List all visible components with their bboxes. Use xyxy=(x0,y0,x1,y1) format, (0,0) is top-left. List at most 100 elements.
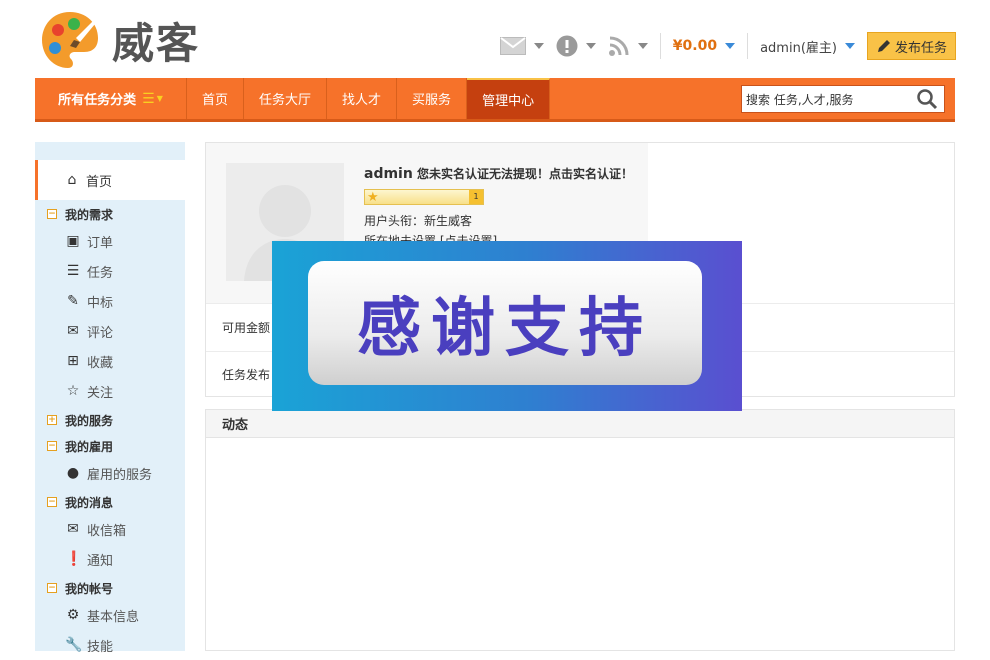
notices-dropdown[interactable] xyxy=(556,35,596,57)
profile-name: admin xyxy=(364,166,413,182)
available-balance-label: 可用金额 xyxy=(222,321,271,335)
collapse-icon: − xyxy=(47,582,57,593)
divider xyxy=(659,33,661,59)
thanks-banner-plate: 感谢支持 xyxy=(308,261,702,385)
rss-icon xyxy=(608,36,629,56)
mail-icon: ✉ xyxy=(67,521,79,537)
sidebar-group-label: 我的帐号 xyxy=(65,581,114,596)
sidebar-item-label: 首页 xyxy=(86,174,113,190)
sidebar-item-label: 通知 xyxy=(87,553,114,569)
list-icon: ☰ xyxy=(66,263,80,279)
search-box xyxy=(741,85,945,113)
publish-task-button[interactable]: 发布任务 xyxy=(866,32,956,60)
sidebar-group-label: 我的雇用 xyxy=(65,439,114,454)
sidebar-group-my-account[interactable]: − 我的帐号 xyxy=(35,576,185,600)
pencil-icon xyxy=(877,40,890,52)
sidebar-item-notifications[interactable]: ❗ 通知 xyxy=(35,544,185,574)
activity-feed-title: 动态 xyxy=(222,418,249,433)
sidebar-item-skills[interactable]: 🔧 技能 xyxy=(35,630,185,660)
sidebar-group-label: 我的消息 xyxy=(65,495,114,510)
nav-home[interactable]: 首页 xyxy=(187,78,245,119)
sidebar-group-my-hires[interactable]: − 我的雇用 xyxy=(35,434,185,458)
sidebar-group-label: 我的需求 xyxy=(65,207,114,222)
chevron-down-icon: ▼ xyxy=(156,94,163,103)
level-badge: 1 xyxy=(469,190,483,204)
chevron-down-icon xyxy=(533,43,544,49)
activity-feed: 动态 xyxy=(205,409,955,651)
sidebar-group-label: 我的服务 xyxy=(65,413,114,428)
star-icon: ☆ xyxy=(66,383,80,399)
nav-label: 买服务 xyxy=(412,93,452,108)
collapse-icon: − xyxy=(47,440,57,451)
list-icon: ☰ xyxy=(142,90,155,107)
collapse-icon: − xyxy=(47,496,57,507)
search-input[interactable] xyxy=(742,87,912,111)
sidebar-item-won-bids[interactable]: ✎ 中标 xyxy=(35,286,185,316)
level-bar: ★ 1 xyxy=(364,189,484,205)
messages-dropdown[interactable] xyxy=(499,37,544,55)
nav-buy-service[interactable]: 买服务 xyxy=(397,78,468,119)
sidebar-item-favorites[interactable]: ⊞ 收藏 xyxy=(35,346,185,376)
nav-task-hall[interactable]: 任务大厅 xyxy=(244,78,328,119)
rss-dropdown[interactable] xyxy=(608,35,648,57)
level-bar-fill: ★ xyxy=(365,190,471,205)
star-icon: ★ xyxy=(367,190,379,205)
profile-header: admin 您未实名认证无法提现！点击实名认证！ xyxy=(364,165,633,182)
order-icon: ▣ xyxy=(66,233,80,249)
site-name: 威客 xyxy=(112,18,201,68)
edit-icon: ✎ xyxy=(67,293,79,309)
sidebar-item-label: 收信箱 xyxy=(87,523,127,539)
sidebar-item-label: 关注 xyxy=(87,385,114,401)
sidebar-item-label: 中标 xyxy=(87,295,114,311)
search-icon[interactable] xyxy=(916,88,938,110)
chevron-down-icon xyxy=(585,43,596,49)
all-categories-menu[interactable]: 所有任务分类 ☰ ▼ xyxy=(35,78,187,119)
sidebar-item-basic-info[interactable]: ⚙ 基本信息 xyxy=(35,600,185,630)
sidebar-item-label: 雇用的服务 xyxy=(87,467,153,483)
sidebar-item-label: 收藏 xyxy=(87,355,114,371)
sidebar-item-label: 技能 xyxy=(87,639,114,655)
sidebar-group-my-needs[interactable]: − 我的需求 xyxy=(35,202,185,226)
alert-icon xyxy=(556,35,578,57)
sidebar-item-following[interactable]: ☆ 关注 xyxy=(35,376,185,406)
chevron-down-icon xyxy=(844,43,855,49)
tasks-published-label: 任务发布 xyxy=(222,368,271,382)
sidebar-item-orders[interactable]: ▣ 订单 xyxy=(35,226,185,256)
balance-amount: ¥0.00 xyxy=(672,38,718,54)
sidebar-item-label: 任务 xyxy=(87,265,114,281)
balance-dropdown[interactable]: ¥0.00 xyxy=(672,38,736,54)
chevron-down-icon xyxy=(637,43,648,49)
user-menu[interactable]: admin(雇主) xyxy=(760,37,855,56)
top-toolbar: ¥0.00 admin(雇主) 发布任务 xyxy=(488,30,956,62)
sidebar-item-inbox[interactable]: ✉ 收信箱 xyxy=(35,514,185,544)
all-categories-label: 所有任务分类 xyxy=(58,93,137,108)
alert-icon: ❗ xyxy=(65,551,83,567)
username: admin(雇主) xyxy=(760,40,837,56)
nav-label: 管理中心 xyxy=(482,94,535,109)
user-icon: ● xyxy=(66,465,80,481)
site-logo[interactable]: 威客 xyxy=(38,8,200,72)
thanks-banner: 感谢支持 xyxy=(272,241,742,411)
main-nav: 所有任务分类 ☰ ▼ 首页 任务大厅 找人才 买服务 管理中心 xyxy=(35,78,955,122)
sidebar-item-label: 评论 xyxy=(87,325,114,341)
sidebar-item-comments[interactable]: ✉ 评论 xyxy=(35,316,185,346)
comment-icon: ✉ xyxy=(67,323,79,339)
divider xyxy=(747,33,749,59)
nav-label: 找人才 xyxy=(342,93,382,108)
gear-icon: ⚙ xyxy=(66,607,80,623)
sidebar-item-home[interactable]: ⌂ 首页 xyxy=(35,160,185,200)
publish-task-label: 发布任务 xyxy=(894,40,947,56)
nav-label: 任务大厅 xyxy=(259,93,312,108)
nav-label: 首页 xyxy=(202,93,229,108)
sidebar-item-tasks[interactable]: ☰ 任务 xyxy=(35,256,185,286)
verify-warning-link[interactable]: 您未实名认证无法提现！点击实名认证！ xyxy=(417,167,633,181)
sidebar-item-label: 订单 xyxy=(87,235,114,251)
nav-management-center[interactable]: 管理中心 xyxy=(467,78,551,119)
sidebar-group-my-services[interactable]: + 我的服务 xyxy=(35,408,185,432)
activity-feed-header: 动态 xyxy=(206,410,954,438)
chevron-down-icon xyxy=(725,43,736,49)
collapse-icon: − xyxy=(47,208,57,219)
nav-find-talent[interactable]: 找人才 xyxy=(327,78,398,119)
sidebar-item-hired-services[interactable]: ● 雇用的服务 xyxy=(35,458,185,488)
sidebar-group-my-messages[interactable]: − 我的消息 xyxy=(35,490,185,514)
